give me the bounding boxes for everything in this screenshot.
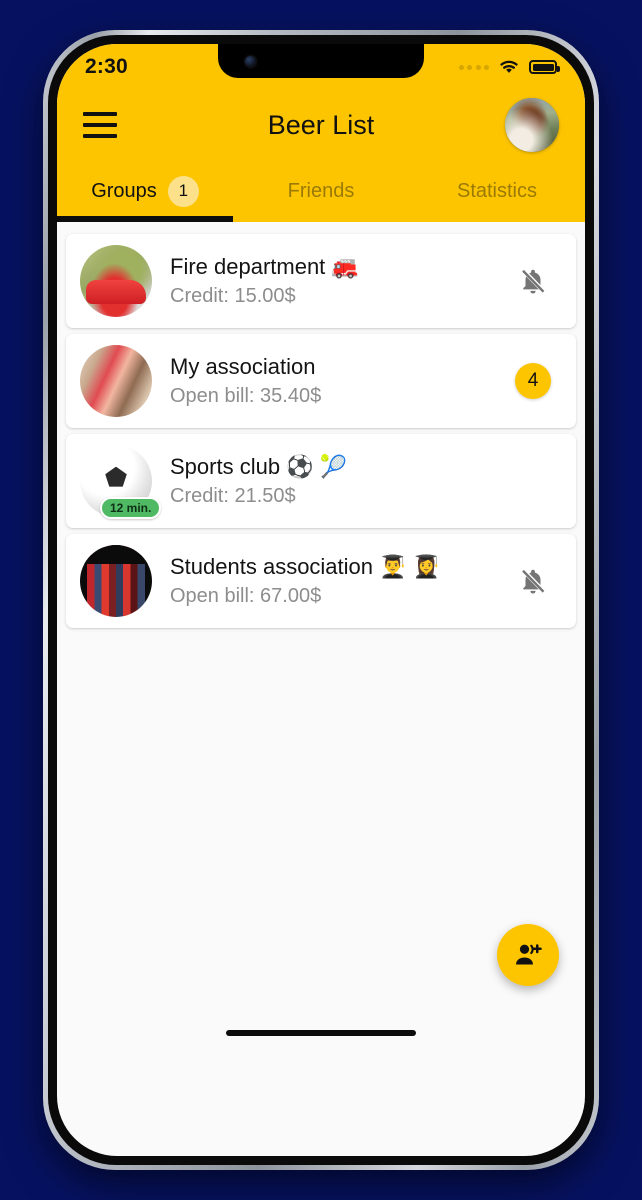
avatar[interactable] [505, 98, 559, 152]
list-item-trailing[interactable] [506, 265, 560, 297]
list-item-subtitle: Credit: 21.50$ [170, 484, 296, 507]
list-item[interactable]: Students association 👨‍🎓 👩‍🎓 Open bill: … [66, 534, 576, 628]
status-bar-indicators [458, 59, 560, 75]
list-item-title: Sports club ⚽ 🎾 [170, 454, 348, 480]
screenshot-stage: 2:30 Beer List Groups 1 Friends Statisti… [0, 0, 642, 1200]
list-item-text: My association Open bill: 35.40$ [170, 353, 506, 409]
tab-groups-label: Groups [91, 179, 157, 202]
add-person-icon [516, 944, 542, 965]
phone-notch [218, 44, 424, 78]
list-item-trailing[interactable]: 4 [506, 363, 560, 399]
fire-truck-avatar [80, 245, 152, 317]
list-item-subtitle: Credit: 15.00$ [170, 284, 296, 307]
hamburger-menu-icon[interactable] [83, 112, 117, 138]
tab-friends[interactable]: Friends [233, 160, 409, 222]
app-bar: Beer List [57, 90, 585, 160]
list-item-text: Students association 👨‍🎓 👩‍🎓 Open bill: … [170, 553, 506, 609]
books-avatar [80, 545, 152, 617]
status-badge: 4 [515, 363, 551, 399]
list-item-trailing[interactable] [506, 565, 560, 597]
wifi-icon [500, 60, 518, 73]
tab-statistics-label: Statistics [456, 179, 538, 202]
list-item-title: Students association 👨‍🎓 👩‍🎓 [170, 554, 441, 580]
cheers-drinks-avatar [80, 345, 152, 417]
tab-statistics[interactable]: Statistics [409, 160, 585, 222]
add-group-button[interactable] [497, 924, 559, 986]
list-item-text: Fire department 🚒 Credit: 15.00$ [170, 253, 506, 309]
phone-screen: 2:30 Beer List Groups 1 Friends Statisti… [57, 44, 585, 1156]
list-item-title: Fire department 🚒 [170, 254, 359, 280]
signal-dots-icon [458, 64, 489, 70]
list-item-text: Sports club ⚽ 🎾 Credit: 21.50$ [170, 453, 506, 509]
time-badge: 12 min. [100, 497, 162, 519]
tab-groups-badge: 1 [167, 175, 199, 207]
tab-friends-label: Friends [287, 179, 355, 202]
list-item[interactable]: Fire department 🚒 Credit: 15.00$ [66, 234, 576, 328]
home-indicator [226, 1030, 416, 1036]
list-item[interactable]: 12 min. Sports club ⚽ 🎾 Credit: 21.50$ [66, 434, 576, 528]
front-camera-icon [245, 56, 256, 67]
bell-off-icon[interactable] [518, 265, 548, 297]
soccer-ball-avatar: 12 min. [80, 445, 162, 519]
bell-off-icon[interactable] [518, 565, 548, 597]
battery-full-icon [529, 60, 560, 74]
list-item-subtitle: Open bill: 35.40$ [170, 384, 322, 407]
avatar-image [505, 98, 559, 152]
list-item-subtitle: Open bill: 67.00$ [170, 584, 322, 607]
group-list: Fire department 🚒 Credit: 15.00$ My asso… [57, 222, 585, 1048]
tab-groups[interactable]: Groups 1 [57, 160, 233, 222]
status-bar-time: 2:30 [85, 55, 128, 78]
list-item-title: My association [170, 354, 316, 380]
list-item[interactable]: My association Open bill: 35.40$ 4 [66, 334, 576, 428]
tab-bar: Groups 1 Friends Statistics [57, 160, 585, 222]
